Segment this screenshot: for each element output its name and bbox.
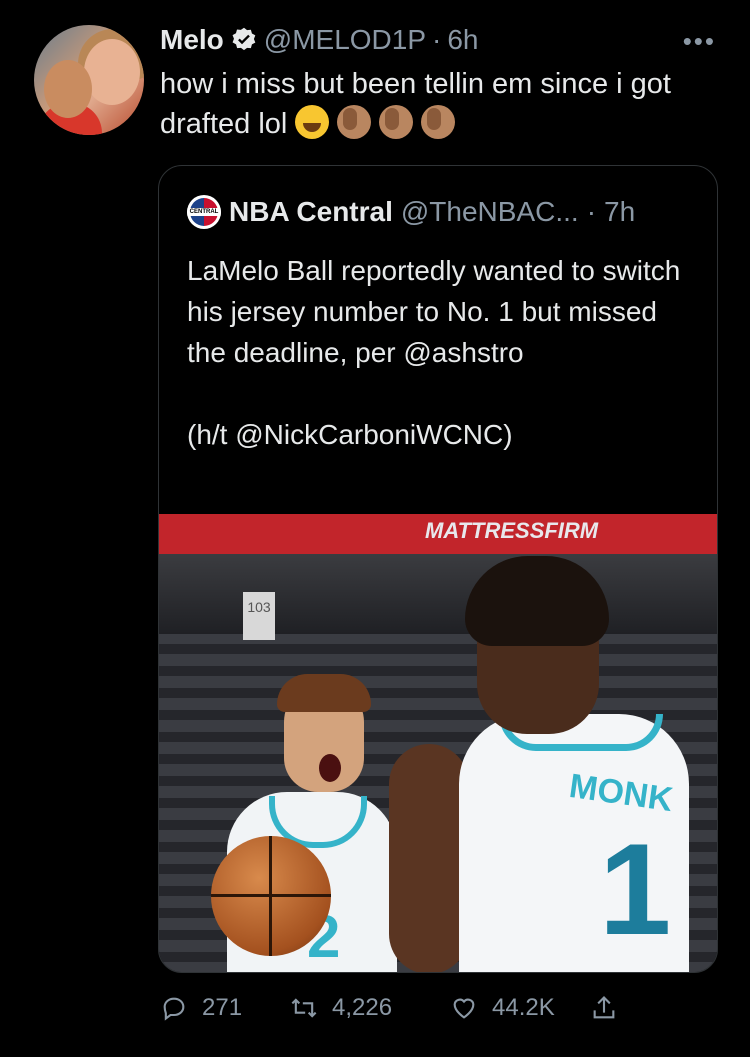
quoted-text-line: (h/t @NickCarboniWCNC) [187, 419, 513, 450]
more-icon[interactable]: ••• [683, 26, 716, 57]
quoted-text-line: LaMelo Ball reportedly wanted to switch … [187, 255, 681, 368]
section-sign: 103 [243, 592, 275, 640]
author-handle[interactable]: @MELOD1P [264, 24, 426, 56]
quoted-tweet-text: LaMelo Ball reportedly wanted to switch … [187, 250, 697, 455]
logo-text: CENTRAL [187, 208, 221, 216]
quoted-tweet[interactable]: CENTRAL NBA Central @TheNBAC... · 7h LaM… [158, 165, 718, 973]
quoted-author-handle: @TheNBAC... [400, 196, 579, 227]
quoted-tweet-header: CENTRAL NBA Central @TheNBAC... · 7h [187, 194, 635, 230]
verified-badge-icon [230, 26, 258, 54]
face-with-tears-of-joy-icon [295, 105, 330, 139]
share-icon [590, 994, 618, 1022]
player-left-mouth [319, 754, 341, 782]
player-right-arm [389, 744, 469, 972]
quoted-author-name: NBA Central [229, 196, 393, 227]
tweet-text: how i miss but been tellin em since i go… [160, 64, 720, 144]
reply-count: 271 [202, 994, 243, 1021]
banner-text: MATTRESSFIRM [425, 518, 599, 543]
jersey-number: 1 [599, 816, 672, 962]
quoted-time-separator: · [586, 196, 597, 227]
quoted-tweet-photo[interactable]: MATTRESSFIRM 103 2 MONK 1 [159, 514, 717, 972]
man-facepalming-icon [337, 105, 372, 139]
avatar-photo-face [84, 39, 140, 105]
basketball [211, 836, 331, 956]
like-button[interactable]: 44.2K [450, 994, 590, 1022]
like-count: 44.2K [492, 994, 555, 1021]
author-name[interactable]: Melo [160, 24, 224, 56]
arena-banner: MATTRESSFIRM [159, 514, 717, 554]
avatar-photo-child [44, 60, 92, 118]
tweet-time[interactable]: 6h [447, 24, 478, 56]
retweet-count: 4,226 [332, 994, 393, 1021]
man-facepalming-icon [379, 105, 414, 139]
heart-icon [450, 994, 478, 1022]
author-avatar[interactable] [34, 25, 144, 135]
nba-central-logo-icon: CENTRAL [187, 195, 221, 229]
share-button[interactable] [590, 994, 618, 1022]
reply-button[interactable]: 271 [160, 994, 290, 1022]
man-facepalming-icon [421, 105, 456, 139]
tweet-body: how i miss but been tellin em since i go… [160, 68, 671, 140]
reply-icon [160, 994, 188, 1022]
tweet-actions: 271 4,226 44.2K [160, 988, 680, 1028]
quoted-time: 7h [604, 196, 636, 227]
player-left-hair [277, 674, 371, 712]
retweet-icon [290, 994, 318, 1022]
tweet-header: Melo @MELOD1P · 6h [160, 20, 479, 60]
time-separator: · [432, 24, 442, 55]
retweet-button[interactable]: 4,226 [290, 994, 450, 1022]
